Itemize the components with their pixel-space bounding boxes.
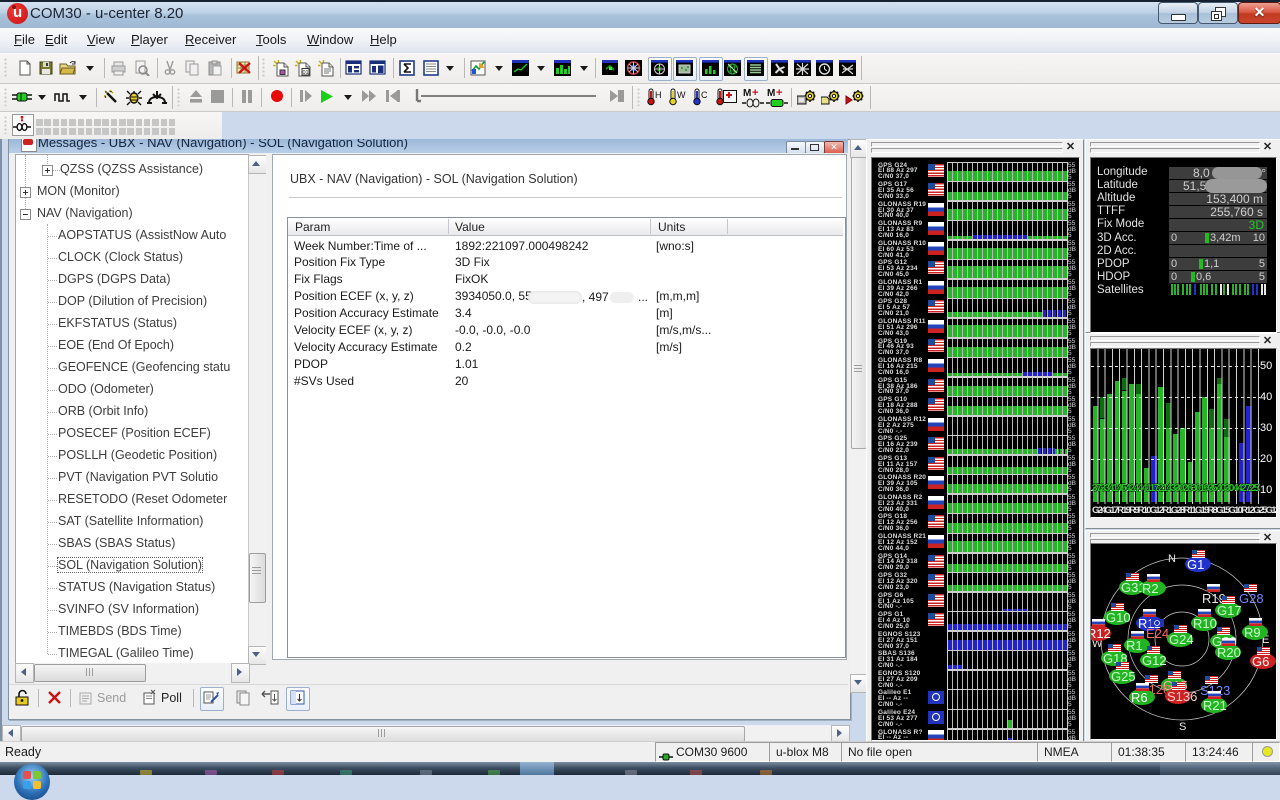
- svg-text:G10: G10: [1106, 610, 1131, 625]
- svg-text:G6: G6: [1252, 654, 1269, 669]
- svg-text:01: 01: [303, 70, 309, 76]
- svg-text:R12: R12: [1091, 626, 1111, 641]
- svg-text:G24: G24: [1169, 632, 1194, 647]
- svg-text:R9: R9: [1244, 625, 1261, 640]
- svg-text:S: S: [1179, 721, 1186, 733]
- svg-text:S136: S136: [1167, 689, 1197, 704]
- svg-text:R2: R2: [1142, 581, 1159, 596]
- svg-text:G28: G28: [1239, 591, 1264, 606]
- svg-text:R20: R20: [1217, 645, 1241, 660]
- svg-text:E24: E24: [1146, 626, 1169, 641]
- svg-text:R21: R21: [1203, 698, 1227, 713]
- svg-text:R10: R10: [1193, 616, 1217, 631]
- svg-text:G12: G12: [1142, 653, 1167, 668]
- svg-text:G17: G17: [1217, 603, 1242, 618]
- svg-text:R6: R6: [1131, 690, 1148, 705]
- svg-text:R1: R1: [1126, 638, 1143, 653]
- svg-text:G25: G25: [1111, 669, 1136, 684]
- svg-text:G1: G1: [1187, 557, 1204, 572]
- svg-text:N: N: [1168, 553, 1176, 565]
